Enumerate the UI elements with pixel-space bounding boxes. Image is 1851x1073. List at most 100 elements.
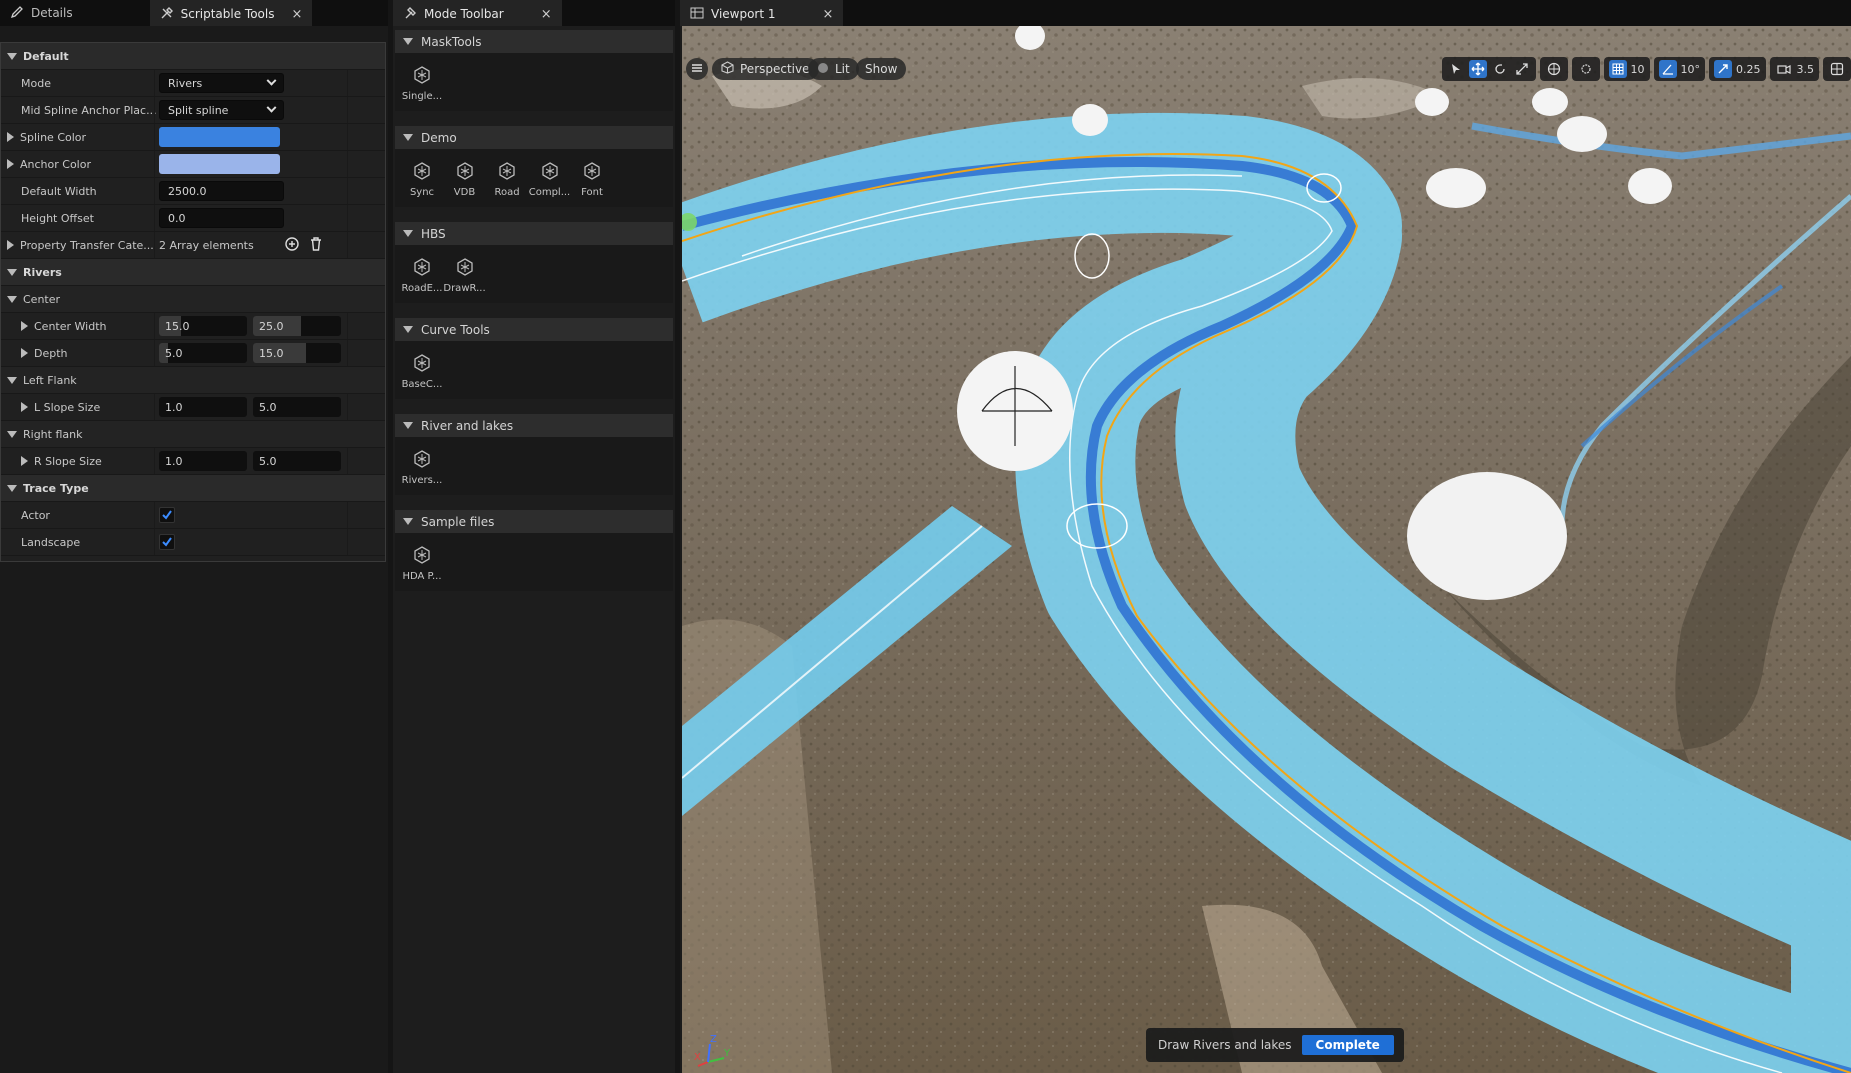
expand-arrow-icon[interactable] bbox=[7, 240, 14, 250]
tool-button[interactable]: HDA P... bbox=[399, 545, 445, 582]
section-header-hbs[interactable]: HBS bbox=[395, 222, 673, 245]
section-header-river-and-lakes[interactable]: River and lakes bbox=[395, 414, 673, 437]
camera-icon[interactable] bbox=[1775, 60, 1793, 78]
tool-button[interactable]: DrawR... bbox=[442, 257, 488, 294]
translate-icon[interactable] bbox=[1468, 60, 1487, 78]
rotate-icon[interactable] bbox=[1491, 60, 1509, 78]
angle-snap-icon[interactable] bbox=[1658, 60, 1677, 78]
complete-button[interactable]: Complete bbox=[1301, 1035, 1394, 1055]
add-element-icon[interactable] bbox=[284, 236, 300, 255]
tool-button[interactable]: VDB bbox=[442, 161, 488, 198]
tool-status-bar: Draw Rivers and lakes Complete bbox=[1146, 1028, 1404, 1062]
category-default[interactable]: Default bbox=[1, 43, 385, 70]
tool-button[interactable]: Rivers... bbox=[399, 449, 445, 486]
scale-icon[interactable] bbox=[1513, 60, 1531, 78]
chevron-down-icon bbox=[266, 75, 277, 86]
l-slope-max-value: 5.0 bbox=[259, 400, 277, 414]
expand-arrow-icon[interactable] bbox=[21, 321, 28, 331]
tool-button[interactable]: BaseC... bbox=[399, 353, 445, 390]
tab-viewport-1[interactable]: Viewport 1 × bbox=[680, 0, 844, 26]
scale-snap-icon[interactable] bbox=[1714, 60, 1732, 78]
expand-arrow-icon[interactable] bbox=[21, 402, 28, 412]
viewport-toolbar: 10 10° 0.25 3.5 bbox=[1441, 57, 1851, 81]
section-header-curve-tools[interactable]: Curve Tools bbox=[395, 318, 673, 341]
grid-snap-icon[interactable] bbox=[1608, 60, 1627, 78]
expand-arrow-icon[interactable] bbox=[21, 348, 28, 358]
houdini-tool-icon bbox=[582, 161, 602, 184]
mode-dropdown[interactable]: Rivers bbox=[159, 73, 284, 93]
anchor-color-swatch[interactable] bbox=[159, 154, 280, 174]
expand-arrow-icon[interactable] bbox=[7, 132, 14, 142]
l-slope-min-input[interactable]: 1.0 bbox=[159, 397, 247, 417]
lit-button[interactable]: Lit bbox=[808, 58, 859, 80]
show-button[interactable]: Show bbox=[856, 58, 907, 80]
trash-icon[interactable] bbox=[308, 236, 324, 255]
expand-arrow-icon[interactable] bbox=[7, 159, 14, 169]
row-depth: Depth 5.0 15.0 bbox=[1, 340, 385, 367]
center-width-min-input[interactable]: 15.0 bbox=[159, 316, 247, 336]
tool-button[interactable]: Compl... bbox=[527, 161, 573, 198]
perspective-label: Perspective bbox=[740, 62, 810, 76]
l-slope-min-value: 1.0 bbox=[165, 400, 183, 414]
viewport-layout-icon[interactable] bbox=[1828, 60, 1846, 78]
height-offset-field[interactable]: 0.0 bbox=[159, 208, 284, 228]
grid-snap-value[interactable]: 10 bbox=[1631, 63, 1645, 76]
r-slope-max-input[interactable]: 5.0 bbox=[253, 451, 341, 471]
tool-button[interactable]: Font bbox=[569, 161, 615, 198]
section-header-sample-files[interactable]: Sample files bbox=[395, 510, 673, 533]
l-slope-max-input[interactable]: 5.0 bbox=[253, 397, 341, 417]
globe-icon[interactable] bbox=[1545, 60, 1563, 78]
spline-color-swatch[interactable] bbox=[159, 127, 280, 147]
default-width-label: Default Width bbox=[21, 184, 97, 198]
houdini-tool-icon bbox=[412, 257, 432, 280]
expand-arrow-icon[interactable] bbox=[21, 456, 28, 466]
layout-group bbox=[1823, 57, 1851, 81]
surface-snap bbox=[1571, 57, 1600, 81]
group-left-flank[interactable]: Left Flank bbox=[1, 367, 385, 394]
anchor-placement-value: Split spline bbox=[168, 103, 229, 117]
r-slope-min-input[interactable]: 1.0 bbox=[159, 451, 247, 471]
close-icon[interactable]: × bbox=[541, 7, 552, 22]
perspective-button[interactable]: Perspective bbox=[712, 58, 819, 80]
group-right-flank[interactable]: Right flank bbox=[1, 421, 385, 448]
row-spline-color: Spline Color bbox=[1, 124, 385, 151]
houdini-tool-icon bbox=[412, 545, 432, 568]
actor-checkbox[interactable] bbox=[159, 507, 175, 523]
tool-button[interactable]: Road bbox=[484, 161, 530, 198]
default-width-field[interactable]: 2500.0 bbox=[159, 181, 284, 201]
viewport-menu-button[interactable] bbox=[686, 58, 708, 80]
collapse-arrow-icon bbox=[403, 38, 413, 45]
show-label: Show bbox=[865, 62, 898, 76]
rotation-snap-value[interactable]: 10° bbox=[1681, 63, 1701, 76]
tool-button[interactable]: RoadE... bbox=[399, 257, 445, 294]
scale-snap-value[interactable]: 0.25 bbox=[1736, 63, 1761, 76]
close-icon[interactable]: × bbox=[291, 7, 302, 22]
surface-snap-icon[interactable] bbox=[1577, 60, 1595, 78]
depth-max-input[interactable]: 15.0 bbox=[253, 343, 341, 363]
tool-label: VDB bbox=[453, 187, 476, 198]
mode-label: Mode bbox=[21, 76, 51, 90]
center-width-min-value: 15.0 bbox=[165, 319, 190, 333]
camera-speed-value[interactable]: 3.5 bbox=[1797, 63, 1815, 76]
landscape-checkbox[interactable] bbox=[159, 534, 175, 550]
landscape-render[interactable] bbox=[682, 26, 1851, 1073]
tool-label: BaseC... bbox=[401, 379, 443, 390]
depth-min-input[interactable]: 5.0 bbox=[159, 343, 247, 363]
tab-mode-toolbar[interactable]: Mode Toolbar × bbox=[393, 0, 562, 26]
group-center[interactable]: Center bbox=[1, 286, 385, 313]
tool-button[interactable]: Single... bbox=[399, 65, 445, 102]
tab-scriptable-tools[interactable]: Scriptable Tools × bbox=[149, 0, 313, 26]
center-width-max-input[interactable]: 25.0 bbox=[253, 316, 341, 336]
tab-details[interactable]: Details bbox=[0, 0, 83, 26]
depth-min-value: 5.0 bbox=[165, 346, 183, 360]
category-rivers[interactable]: Rivers bbox=[1, 259, 385, 286]
tool-button[interactable]: Sync bbox=[399, 161, 445, 198]
category-trace-type[interactable]: Trace Type bbox=[1, 475, 385, 502]
viewport-scene[interactable]: Perspective Lit Show 10 10° 0.25 3.5 X Y… bbox=[682, 26, 1851, 1073]
select-cursor-icon[interactable] bbox=[1447, 60, 1465, 78]
section-header-demo[interactable]: Demo bbox=[395, 126, 673, 149]
section-header-masktools[interactable]: MaskTools bbox=[395, 30, 673, 53]
viewport-panel: Viewport 1 × Perspective Lit Show 10 10°… bbox=[680, 0, 1851, 1073]
anchor-placement-dropdown[interactable]: Split spline bbox=[159, 100, 284, 120]
close-icon[interactable]: × bbox=[823, 7, 834, 22]
